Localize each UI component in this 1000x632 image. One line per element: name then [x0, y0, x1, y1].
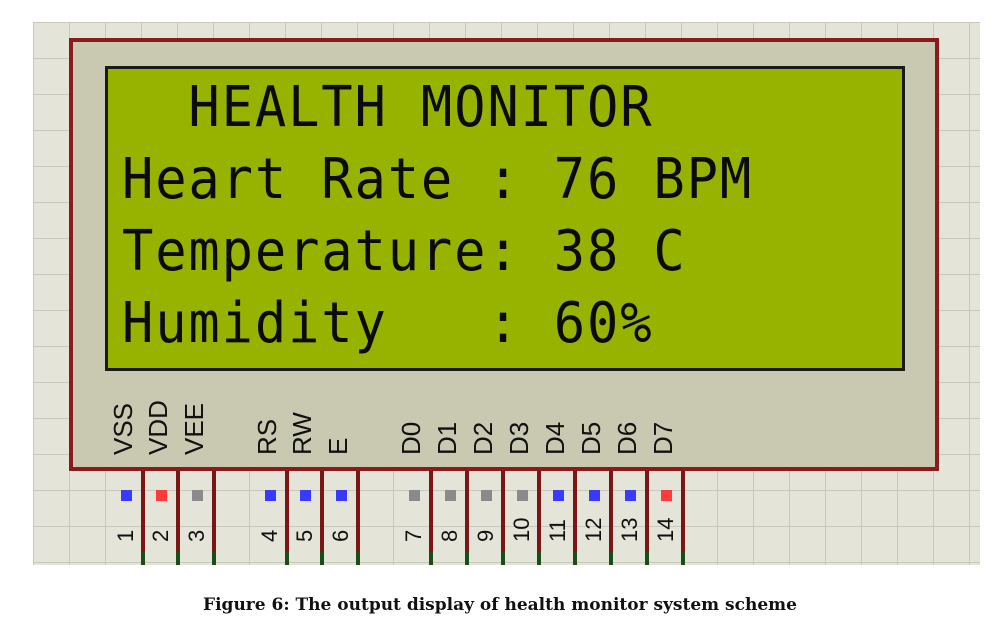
- pin-terminal: [212, 551, 216, 565]
- pin-state-indicator: [192, 490, 203, 501]
- pin-number: 1: [113, 529, 138, 542]
- pin-number: 9: [473, 529, 498, 542]
- pin-label: D6: [612, 421, 642, 455]
- pin-number: 8: [437, 529, 462, 542]
- pin-number: 4: [257, 529, 282, 542]
- pin-state-indicator: [661, 490, 672, 501]
- pin-wire: [501, 471, 505, 551]
- pin-terminal: [356, 551, 360, 565]
- pin-terminal: [609, 551, 613, 565]
- pin-state-indicator: [481, 490, 492, 501]
- pin-number: 6: [328, 529, 353, 542]
- pin-terminal: [141, 551, 145, 565]
- pin-terminal: [285, 551, 289, 565]
- pin-label: RS: [252, 418, 282, 455]
- pin-wire: [573, 471, 577, 551]
- pin-terminal: [176, 551, 180, 565]
- pin-label: D3: [504, 421, 534, 455]
- pin-state-indicator: [300, 490, 311, 501]
- pin-state-indicator: [553, 490, 564, 501]
- pin-state-indicator: [625, 490, 636, 501]
- lcd-line-1: HEALTH MONITOR: [122, 75, 654, 140]
- pin-number: 10: [509, 517, 534, 542]
- lcd-line-4: Humidity : 60%: [122, 291, 654, 356]
- pin-number: 14: [653, 517, 678, 542]
- pin-number: 7: [401, 529, 426, 542]
- pin-number: 12: [581, 517, 606, 542]
- pin-terminal: [681, 551, 685, 565]
- pin-label: E: [323, 437, 353, 455]
- pin-terminal: [537, 551, 541, 565]
- pin-label: VDD: [143, 400, 173, 455]
- pin-state-indicator: [409, 490, 420, 501]
- pin-state-indicator: [121, 490, 132, 501]
- pin-label: D7: [648, 421, 678, 455]
- pin-label: VSS: [108, 402, 138, 455]
- pin-label: D4: [540, 421, 570, 455]
- pin-number: 13: [617, 517, 642, 542]
- pin-state-indicator: [336, 490, 347, 501]
- figure-caption: Figure 6: The output display of health m…: [203, 595, 797, 615]
- pin-terminal: [429, 551, 433, 565]
- pin-state-indicator: [517, 490, 528, 501]
- pin-terminal: [645, 551, 649, 565]
- pin-state-indicator: [589, 490, 600, 501]
- pin-label: D2: [468, 421, 498, 455]
- pin-wire: [609, 471, 613, 551]
- pin-label: VEE: [179, 402, 209, 455]
- pin-wire: [681, 471, 685, 551]
- pin-label: D0: [396, 421, 426, 455]
- pin-wire: [537, 471, 541, 551]
- pin-terminal: [465, 551, 469, 565]
- pin-wire: [141, 471, 145, 551]
- pin-wire: [212, 471, 216, 551]
- pin-number: 3: [184, 529, 209, 542]
- pin-wire: [465, 471, 469, 551]
- pin-state-indicator: [445, 490, 456, 501]
- pin-wire: [429, 471, 433, 551]
- pin-wire: [285, 471, 289, 551]
- pin-state-indicator: [265, 490, 276, 501]
- pin-wire: [176, 471, 180, 551]
- pin-terminal: [320, 551, 324, 565]
- lcd-line-3: Temperature: 38 C: [122, 219, 687, 284]
- pin-label: D1: [432, 421, 462, 455]
- pin-terminal: [573, 551, 577, 565]
- pin-terminal: [501, 551, 505, 565]
- pin-state-indicator: [156, 490, 167, 501]
- pin-wire: [356, 471, 360, 551]
- pin-number: 11: [545, 519, 570, 542]
- pin-wire: [645, 471, 649, 551]
- pin-number: 5: [292, 529, 317, 542]
- lcd-line-2: Heart Rate : 76 BPM: [122, 147, 754, 212]
- lcd-screen: HEALTH MONITOR Heart Rate : 76 BPM Tempe…: [105, 66, 905, 371]
- pin-number: 2: [148, 529, 173, 542]
- pin-label: RW: [287, 412, 317, 455]
- pin-label: D5: [576, 421, 606, 455]
- pin-wire: [320, 471, 324, 551]
